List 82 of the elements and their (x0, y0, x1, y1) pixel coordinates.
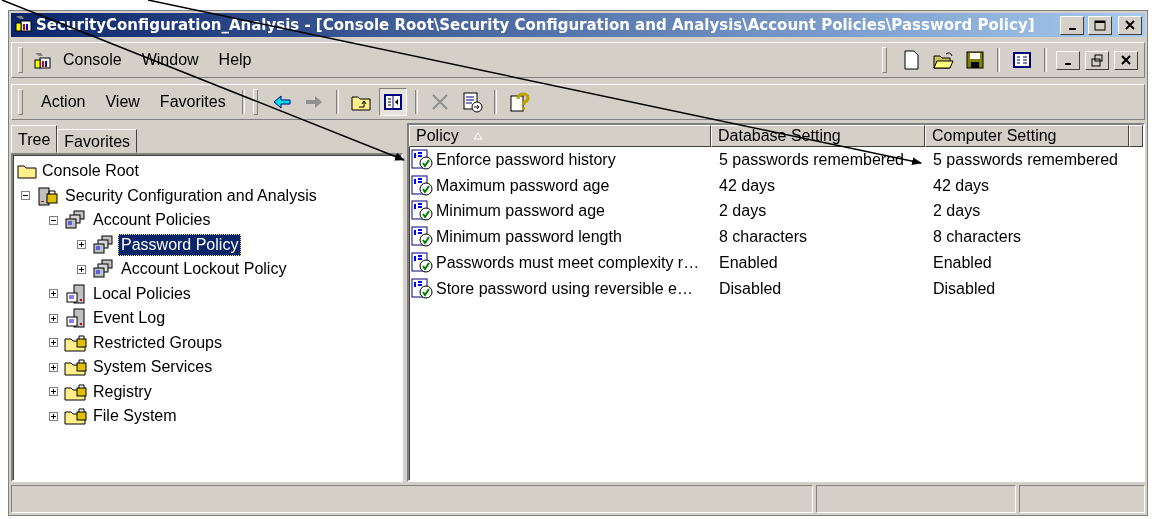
maximize-button[interactable] (1088, 15, 1112, 35)
toolbox-icon (14, 14, 32, 32)
column-header[interactable]: Computer Setting (925, 125, 1129, 147)
expand-box[interactable] (49, 387, 58, 397)
policy-icon (411, 252, 435, 275)
close-button[interactable] (1114, 50, 1138, 70)
menu-item[interactable]: Console (55, 48, 130, 72)
table-cell: Enforce password history (436, 150, 616, 169)
window-title: SecurityConfiguration_Analysis - [Console Root\Security Configuration and Analysis\Account Policies\Password Policy] (36, 16, 1036, 34)
expand-box[interactable] (77, 240, 86, 250)
minimize-button[interactable] (1060, 15, 1084, 35)
expand-box[interactable] (49, 289, 58, 299)
expand-box[interactable] (77, 264, 86, 274)
tree-item[interactable]: Event Log (90, 307, 169, 330)
computers-icon (92, 234, 116, 255)
table-cell-text: 42 days (932, 176, 991, 195)
column-header[interactable]: Policy (409, 125, 711, 147)
table-cell: Minimum password age (436, 202, 605, 221)
close-button[interactable] (1118, 15, 1142, 35)
expand-box[interactable] (49, 362, 58, 372)
table-cell-text: Enabled (932, 254, 993, 273)
maximize-icon (1094, 19, 1106, 31)
locked-server-icon (36, 185, 60, 206)
table-cell-text: 42 days (718, 176, 777, 195)
policy-icon (411, 174, 435, 197)
tree-item[interactable]: Registry (90, 380, 155, 403)
table-cell-text: 5 passwords remembered (932, 150, 1119, 169)
tree-item[interactable]: Security Configuration and Analysis (62, 184, 320, 207)
expand-box[interactable] (49, 338, 58, 348)
collapse-box[interactable] (21, 191, 30, 201)
locked-folder-icon (64, 333, 88, 352)
server-icon (64, 308, 88, 329)
table-cell-text: 2 days (932, 202, 982, 221)
close-icon (1119, 53, 1133, 67)
menu-item[interactable]: Favorites (151, 90, 234, 114)
expand-box[interactable] (49, 313, 58, 323)
close-icon (1125, 20, 1135, 30)
policy-icon (411, 148, 435, 171)
tab[interactable]: Tree (11, 125, 58, 153)
folder-icon (17, 163, 37, 180)
table-cell-text: 2 days (718, 202, 768, 221)
tree-item[interactable]: Local Policies (90, 282, 194, 305)
tree-toggle-icon[interactable] (378, 88, 407, 116)
tree-item[interactable]: Account Policies (90, 209, 214, 232)
minimize-icon (1065, 63, 1071, 65)
server-icon (64, 283, 88, 304)
tree-item[interactable]: Console Root (39, 160, 142, 183)
policy-icon (411, 200, 435, 223)
tab[interactable]: Favorites (57, 129, 138, 153)
table-cell-text: Disabled (932, 279, 997, 298)
table-cell-text: Enabled (718, 254, 779, 273)
restore-icon (1090, 53, 1104, 67)
tree-item[interactable]: System Services (90, 356, 216, 379)
table-cell: Passwords must meet complexity r… (436, 254, 700, 273)
tree-item[interactable]: Account Lockout Policy (118, 258, 290, 281)
tree-item[interactable]: Restricted Groups (90, 331, 225, 354)
computers-icon (64, 210, 88, 231)
locked-folder-icon (64, 382, 88, 401)
table-cell-text: 8 characters (718, 228, 809, 247)
minimize-icon (1068, 28, 1076, 30)
toolbox-icon (33, 51, 51, 69)
menu-item[interactable]: Action (33, 90, 94, 114)
table-cell-text: 5 passwords remembered (718, 150, 905, 169)
column-header[interactable]: Database Setting (711, 125, 925, 147)
minimize-button[interactable] (1056, 50, 1080, 70)
table-cell-text: Disabled (718, 279, 783, 298)
computers-icon (92, 259, 116, 280)
policy-icon (411, 226, 435, 249)
table-cell: Minimum password length (436, 228, 622, 247)
tree-item[interactable]: Password Policy (118, 233, 242, 256)
tree-item[interactable]: File System (90, 405, 180, 428)
table-cell: Maximum password age (436, 176, 610, 195)
table-cell-text: 8 characters (932, 228, 1023, 247)
locked-folder-icon (64, 358, 88, 377)
restore-button[interactable] (1085, 50, 1109, 70)
policy-icon (411, 277, 435, 300)
locked-folder-icon (64, 407, 88, 426)
collapse-box[interactable] (49, 215, 58, 225)
menu-item[interactable]: View (97, 90, 148, 114)
table-cell: Store password using reversible e… (436, 279, 693, 298)
expand-box[interactable] (49, 411, 58, 421)
menu-item[interactable]: Help (210, 48, 260, 72)
